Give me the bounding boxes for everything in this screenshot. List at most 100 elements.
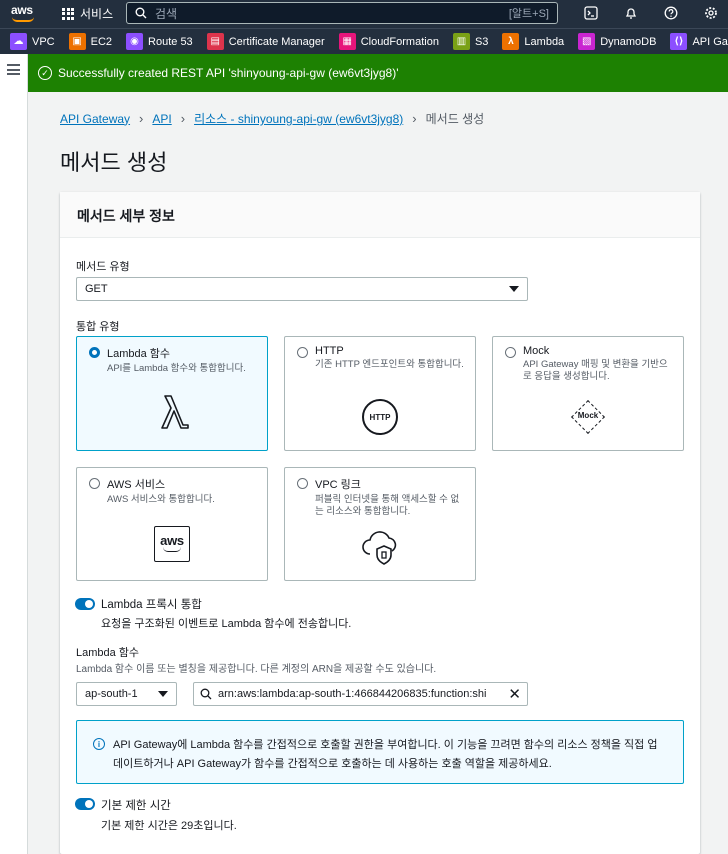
tile-title: Lambda 함수 (107, 348, 171, 360)
favorite-label: CloudFormation (360, 35, 439, 48)
cloudshell-icon[interactable] (582, 4, 600, 22)
tile-desc: 퍼블릭 인터넷을 통해 액세스할 수 없는 리소스와 통합합니다. (315, 494, 460, 517)
aws-logo[interactable]: aws (11, 3, 37, 23)
chevron-right-icon: › (412, 111, 417, 126)
api-gateway-icon: ⟨⟩ (670, 33, 688, 50)
top-navigation: aws 서비스 검색 [알트+S] (0, 0, 728, 28)
tile-title: VPC 링크 (315, 479, 361, 491)
aws-icon-text: aws (160, 533, 184, 548)
lambda-arn-input[interactable]: arn:aws:lambda:ap-south-1:466844206835:f… (193, 682, 528, 706)
tile-lambda[interactable]: Lambda 함수 API를 Lambda 함수와 통합합니다. (76, 336, 268, 451)
success-flash-message: ✓ Successfully created REST API 'shinyou… (28, 54, 728, 92)
bell-icon[interactable] (622, 4, 640, 22)
help-icon[interactable] (662, 4, 680, 22)
vpc-icon: ☁ (10, 33, 27, 50)
radio-http[interactable] (297, 347, 308, 358)
favorite-label: API Gateway (692, 35, 728, 48)
page-title: 메서드 생성 (60, 150, 168, 175)
ec2-icon: ▣ (68, 33, 86, 50)
tile-title: HTTP (315, 345, 344, 357)
tile-http[interactable]: HTTP 기존 HTTP 엔드포인트와 통합합니다. HTTP (284, 336, 476, 451)
favorite-route53[interactable]: ◉ Route 53 (126, 33, 193, 50)
search-icon (135, 7, 147, 19)
lambda-proxy-toggle[interactable] (75, 598, 95, 610)
favorite-label: Lambda (524, 35, 565, 48)
search-input[interactable]: 검색 [알트+S] (126, 2, 558, 24)
menu-icon[interactable] (7, 64, 20, 75)
favorite-label: DynamoDB (600, 35, 657, 48)
radio-aws-service[interactable] (89, 478, 100, 489)
default-timeout-toggle[interactable] (75, 798, 95, 810)
grid-icon (62, 7, 74, 20)
services-label: 서비스 (80, 7, 114, 21)
region-value: ap-south-1 (85, 688, 138, 700)
favorite-certificate-manager[interactable]: ▤ Certificate Manager (206, 33, 325, 50)
mock-icon-text: Mock (577, 411, 599, 420)
default-timeout-label: 기본 제한 시간 (101, 800, 171, 812)
method-details-panel: 메서드 세부 정보 메서드 유형 GET 통합 유형 Lambda 함수 API… (60, 192, 700, 854)
tile-desc: API Gateway 매핑 및 변환을 기반으로 응답을 생성합니다. (523, 359, 668, 382)
cloudformation-icon: ▦ (338, 33, 356, 50)
aws-icon: aws (77, 526, 267, 562)
favorite-label: Route 53 (148, 35, 193, 48)
http-icon: HTTP (285, 399, 475, 435)
tile-desc: 기존 HTTP 엔드포인트와 통합합니다. (315, 359, 464, 370)
radio-mock[interactable] (505, 347, 516, 358)
method-type-select[interactable]: GET (76, 277, 528, 301)
favorite-s3[interactable]: ▥ S3 (452, 33, 489, 50)
dynamodb-icon: ▧ (578, 33, 596, 50)
tile-title: AWS 서비스 (107, 479, 166, 491)
default-timeout-desc: 기본 제한 시간은 29초입니다. (101, 820, 237, 832)
favorite-label: VPC (32, 35, 55, 48)
tile-mock[interactable]: Mock API Gateway 매핑 및 변환을 기반으로 응답을 생성합니다… (492, 336, 684, 451)
region-select[interactable]: ap-south-1 (76, 682, 177, 706)
method-type-label: 메서드 유형 (76, 261, 130, 273)
chevron-right-icon: › (180, 111, 186, 126)
breadcrumb-current: 메서드 생성 (425, 112, 485, 126)
tile-desc: AWS 서비스와 통합합니다. (107, 494, 215, 505)
check-circle-icon: ✓ (38, 66, 52, 80)
route53-icon: ◉ (126, 33, 144, 50)
info-icon: i (93, 738, 105, 750)
lambda-icon (77, 392, 267, 432)
side-navigation-rail (0, 54, 28, 854)
panel-header: 메서드 세부 정보 (60, 192, 700, 238)
services-menu-button[interactable]: 서비스 (62, 5, 113, 22)
caret-down-icon (509, 286, 519, 292)
radio-lambda[interactable] (89, 347, 100, 358)
tile-vpc-link[interactable]: VPC 링크 퍼블릭 인터넷을 통해 액세스할 수 없는 리소스와 통합합니다. (284, 467, 476, 581)
clear-icon[interactable]: ✕ (508, 687, 521, 702)
search-icon (200, 688, 212, 700)
favorite-dynamodb[interactable]: ▧ DynamoDB (578, 33, 656, 50)
favorite-lambda[interactable]: λ Lambda (502, 33, 564, 50)
info-text: API Gateway에 Lambda 함수를 간접적으로 호출할 권한을 부여… (113, 739, 658, 770)
radio-vpc-link[interactable] (297, 478, 308, 489)
breadcrumb-resources[interactable]: 리소스 - shinyoung-api-gw (ew6vt3jyg8) (194, 110, 403, 127)
caret-down-icon (158, 691, 168, 697)
s3-icon: ▥ (452, 33, 470, 50)
search-shortcut: [알트+S] (508, 8, 549, 20)
favorite-vpc[interactable]: ☁ VPC (10, 33, 55, 50)
favorite-ec2[interactable]: ▣ EC2 (68, 33, 112, 50)
lambda-function-desc: Lambda 함수 이름 또는 별칭을 제공합니다. 다른 계정의 ARN을 제… (76, 664, 437, 675)
http-icon-text: HTTP (362, 399, 398, 435)
breadcrumb: API Gateway › API › 리소스 - shinyoung-api-… (60, 110, 484, 127)
favorite-api-gateway[interactable]: ⟨⟩ API Gateway (670, 33, 728, 50)
tile-title: Mock (523, 345, 550, 357)
favorite-cloudformation[interactable]: ▦ CloudFormation (338, 33, 439, 50)
tile-aws-service[interactable]: AWS 서비스 AWS 서비스와 통합합니다. aws (76, 467, 268, 581)
breadcrumb-api[interactable]: API (152, 112, 171, 126)
method-type-value: GET (85, 283, 108, 295)
permission-info-alert: i API Gateway에 Lambda 함수를 간접적으로 호출할 권한을 … (76, 720, 684, 784)
gear-icon[interactable] (702, 4, 720, 22)
favorite-label: S3 (474, 35, 489, 48)
favorites-bar: ☁ VPC ▣ EC2 ◉ Route 53 ▤ Certificate Manager… (0, 28, 728, 54)
favorite-label: Certificate Manager (228, 35, 325, 48)
lambda-icon: λ (502, 33, 520, 50)
integration-type-label: 통합 유형 (76, 321, 120, 333)
lambda-proxy-label: Lambda 프록시 통합 (101, 599, 202, 611)
breadcrumb-api-gateway[interactable]: API Gateway (60, 112, 130, 126)
flash-text: Successfully created REST API 'shinyoung… (58, 66, 399, 80)
chevron-right-icon: › (139, 111, 144, 126)
search-placeholder: 검색 (155, 6, 178, 21)
